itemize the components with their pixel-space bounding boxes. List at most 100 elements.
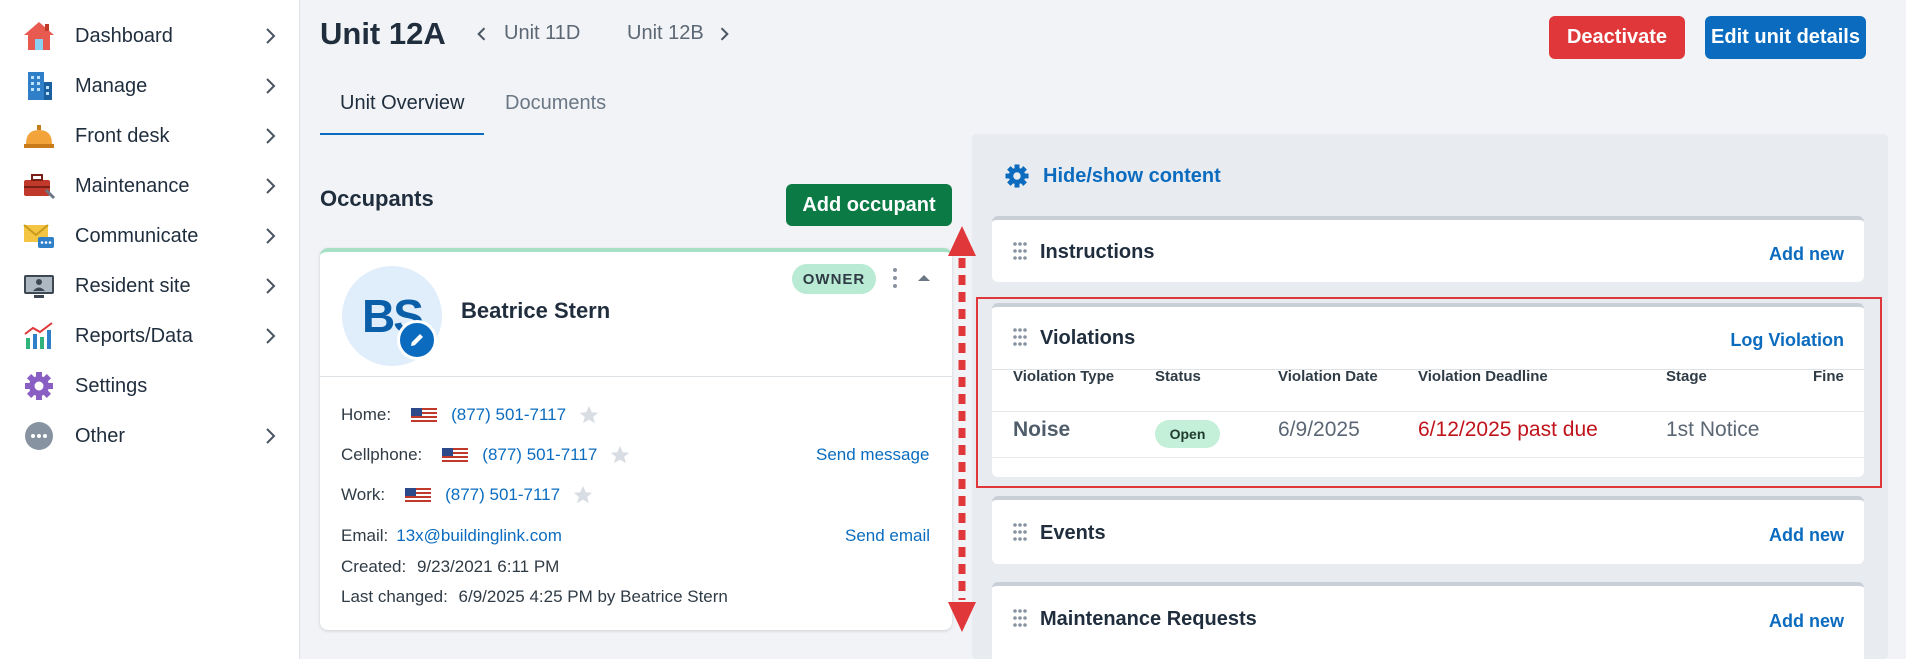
sidebar-item-dashboard[interactable]: Dashboard: [0, 11, 300, 61]
drag-handle-icon[interactable]: [1012, 327, 1028, 347]
violations-section: Violations Log Violation: [992, 303, 1864, 477]
sidebar-item-settings[interactable]: Settings: [0, 361, 300, 411]
chevron-right-icon: [266, 328, 276, 344]
email-link[interactable]: 13x@buildinglink.com: [396, 526, 562, 546]
kebab-menu-icon[interactable]: [888, 266, 902, 290]
us-flag-icon: [442, 447, 469, 463]
divider: [320, 376, 952, 377]
sidebar-item-label: Settings: [75, 374, 148, 397]
phone-label: Home:: [341, 405, 392, 424]
column-header: Violation Date: [1278, 368, 1378, 385]
active-tab-indicator: [320, 133, 484, 135]
created-row: Created: 9/23/2021 6:11 PM: [341, 557, 559, 577]
chevron-left-icon: [477, 26, 486, 41]
star-icon[interactable]: [572, 484, 594, 506]
sidebar-item-resident-site[interactable]: Resident site: [0, 261, 300, 311]
next-unit-link[interactable]: Unit 12B: [627, 22, 734, 45]
violation-type-cell[interactable]: Noise: [1013, 418, 1070, 442]
sidebar-item-front-desk[interactable]: Front desk: [0, 111, 300, 161]
mail-chat-icon: [23, 224, 54, 248]
phone-label: Work:: [341, 485, 386, 504]
divider: [992, 411, 1864, 412]
sidebar-item-maintenance[interactable]: Maintenance: [0, 161, 300, 211]
drag-handle-icon[interactable]: [1012, 241, 1028, 261]
send-message-link[interactable]: Send message: [816, 445, 929, 465]
column-header: Fine: [1813, 368, 1844, 385]
violation-date-cell: 6/9/2025: [1278, 418, 1360, 441]
sidebar-item-manage[interactable]: Manage: [0, 61, 300, 111]
phone-row-home: Home: (877) 501-7117: [341, 404, 600, 426]
phone-row-cellphone: Cellphone: (877) 501-7117: [341, 444, 631, 466]
toolbox-icon: [24, 174, 56, 200]
page-title: Unit 12A: [320, 16, 446, 51]
drag-handle-icon[interactable]: [1012, 608, 1028, 628]
instructions-section: Instructions Add new: [992, 216, 1864, 282]
edit-avatar-button[interactable]: [397, 320, 437, 360]
phone-number-link[interactable]: (877) 501-7117: [445, 485, 560, 505]
chevron-right-icon: [266, 78, 276, 94]
status-badge: Open: [1155, 420, 1220, 448]
monitor-user-icon: [24, 275, 54, 298]
star-icon[interactable]: [578, 404, 600, 426]
events-section: Events Add new: [992, 496, 1864, 564]
gear-icon: [1005, 164, 1029, 188]
occupant-name: Beatrice Stern: [461, 298, 611, 323]
column-header: Status: [1155, 368, 1201, 385]
phone-number-link[interactable]: (877) 501-7117: [482, 445, 597, 465]
next-unit-label: Unit 12B: [627, 22, 704, 44]
add-maintenance-request-link[interactable]: Add new: [1769, 611, 1844, 632]
sidebar-item-other[interactable]: Other: [0, 411, 300, 461]
column-header: Violation Deadline: [1418, 368, 1548, 385]
drag-handle-icon[interactable]: [1012, 522, 1028, 542]
created-label: Created:: [341, 557, 407, 576]
email-label: Email:: [341, 526, 389, 545]
tab-unit-overview[interactable]: Unit Overview: [340, 92, 464, 115]
column-header: Stage: [1666, 368, 1707, 385]
chevron-right-icon: [266, 278, 276, 294]
phone-row-work: Work: (877) 501-7117: [341, 484, 594, 506]
owner-badge: OWNER: [792, 264, 876, 294]
pencil-icon: [411, 334, 423, 346]
violation-stage-cell: 1st Notice: [1666, 418, 1760, 441]
chevron-right-icon: [266, 178, 276, 194]
phone-label: Cellphone:: [341, 445, 423, 464]
tab-documents[interactable]: Documents: [505, 92, 606, 115]
resize-arrow-annotation: [948, 226, 976, 632]
sidebar-item-label: Resident site: [75, 274, 191, 297]
edit-unit-details-button[interactable]: Edit unit details: [1705, 16, 1866, 59]
prev-unit-link[interactable]: Unit 11D: [472, 22, 580, 45]
chevron-right-icon: [266, 228, 276, 244]
section-title: Events: [1040, 522, 1106, 544]
chevron-right-icon: [266, 428, 276, 444]
star-icon[interactable]: [609, 444, 631, 466]
chevron-right-icon: [266, 128, 276, 144]
sidebar-item-label: Front desk: [75, 124, 170, 147]
add-instruction-link[interactable]: Add new: [1769, 244, 1844, 265]
hide-show-content-button[interactable]: Hide/show content: [1003, 162, 1221, 190]
log-violation-link[interactable]: Log Violation: [1730, 330, 1844, 351]
chevron-up-icon[interactable]: [914, 268, 934, 288]
deactivate-button[interactable]: Deactivate: [1549, 16, 1685, 59]
us-flag-icon: [405, 487, 432, 503]
more-dots-icon: [25, 422, 53, 450]
add-occupant-button[interactable]: Add occupant: [786, 184, 952, 226]
email-row: Email: 13x@buildinglink.com: [341, 526, 562, 546]
sidebar-item-label: Other: [75, 424, 126, 447]
sidebar-item-label: Dashboard: [75, 24, 173, 47]
last-changed-value: 6/9/2025 4:25 PM by Beatrice Stern: [458, 587, 728, 606]
section-title: Maintenance Requests: [1040, 608, 1257, 630]
add-event-link[interactable]: Add new: [1769, 525, 1844, 546]
sidebar-item-communicate[interactable]: Communicate: [0, 211, 300, 261]
chart-icon: [24, 322, 53, 349]
maintenance-requests-section: Maintenance Requests Add new: [992, 582, 1864, 659]
chevron-right-icon: [266, 28, 276, 44]
send-email-link[interactable]: Send email: [845, 526, 930, 546]
sidebar-item-label: Communicate: [75, 224, 199, 247]
section-title: Violations: [1040, 327, 1136, 349]
divider: [992, 457, 1864, 458]
last-changed-label: Last changed:: [341, 587, 448, 606]
service-bell-icon: [24, 125, 54, 148]
gear-icon: [25, 372, 53, 400]
phone-number-link[interactable]: (877) 501-7117: [451, 405, 566, 425]
sidebar-item-reports-data[interactable]: Reports/Data: [0, 311, 300, 361]
